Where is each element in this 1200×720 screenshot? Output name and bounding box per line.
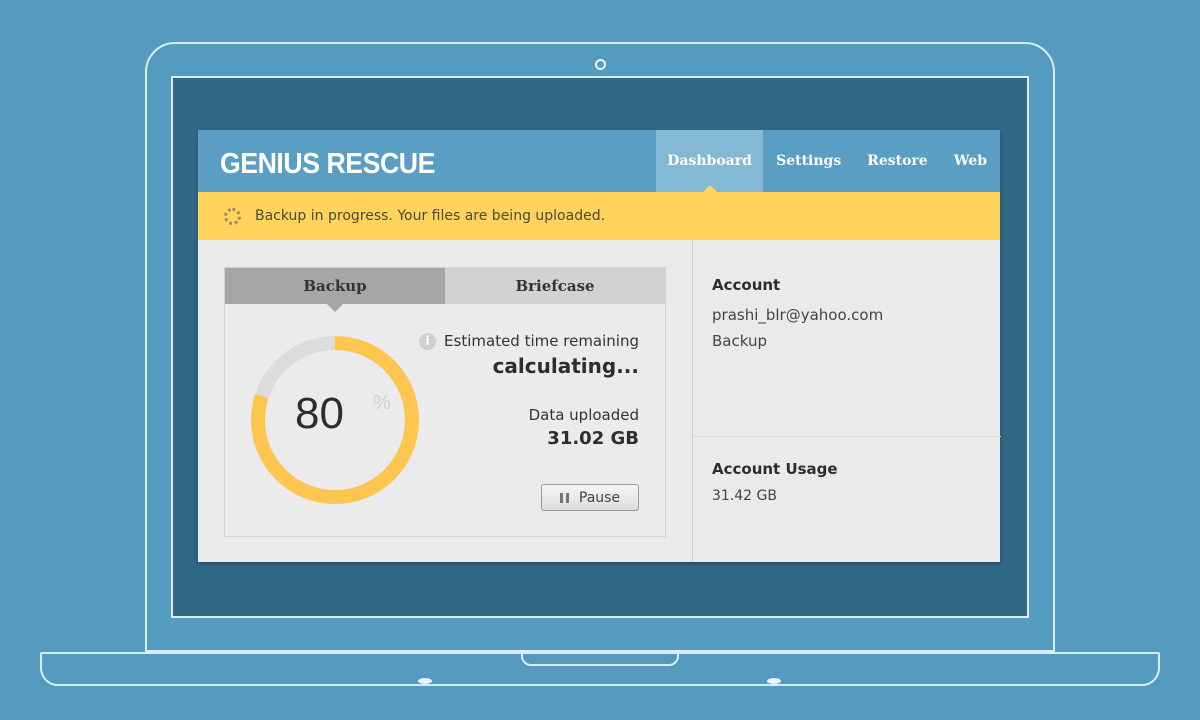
info-icon: i [419,332,437,350]
eta-value: calculating... [492,354,639,378]
account-title: Account [712,276,781,294]
status-banner-text: Backup in progress. Your files are being… [255,208,606,224]
app-window: GENIUS RESCUE Dashboard Settings Restore… [198,130,1001,562]
account-email: prashi_blr@yahoo.com [712,306,884,324]
laptop-scene: GENIUS RESCUE Dashboard Settings Restore… [0,0,1200,720]
app-header: GENIUS RESCUE Dashboard Settings Restore… [198,130,1000,192]
account-divider [693,436,1001,437]
account-plan: Backup [712,332,767,350]
laptop-foot-left [418,678,432,684]
nav-restore[interactable]: Restore [854,130,941,192]
eta-label-row: i Estimated time remaining [419,332,639,350]
account-panel: Account prashi_blr@yahoo.com Backup Acco… [692,240,1001,562]
progress-percent-value: 80 [295,389,344,438]
pause-button-label: Pause [578,489,621,506]
progress-ring: 80 % [247,332,423,508]
tab-briefcase[interactable]: Briefcase [445,268,665,304]
status-banner: Backup in progress. Your files are being… [198,192,1000,240]
progress-percent-sign: % [373,392,391,414]
nav-web[interactable]: Web [941,130,1000,192]
spinner-icon [224,207,241,225]
eta-label: Estimated time remaining [444,332,639,350]
pause-icon [559,492,569,503]
pause-button[interactable]: Pause [541,484,639,511]
tab-backup[interactable]: Backup [225,268,445,304]
backup-tabs: Backup Briefcase [225,268,665,304]
uploaded-value: 31.02 GB [547,428,639,449]
laptop-notch [521,652,679,666]
account-usage-title: Account Usage [712,460,838,478]
account-usage-value: 31.42 GB [712,488,777,504]
backup-card: Backup Briefcase 80 % i Estimated time r… [224,267,666,537]
laptop-foot-right [767,678,781,684]
uploaded-label: Data uploaded [528,406,639,424]
camera-icon [595,59,606,70]
nav-dashboard[interactable]: Dashboard [656,130,764,192]
nav-settings[interactable]: Settings [763,130,854,192]
brand-logo: GENIUS RESCUE [220,148,435,180]
main-nav: Dashboard Settings Restore Web [656,130,1000,192]
